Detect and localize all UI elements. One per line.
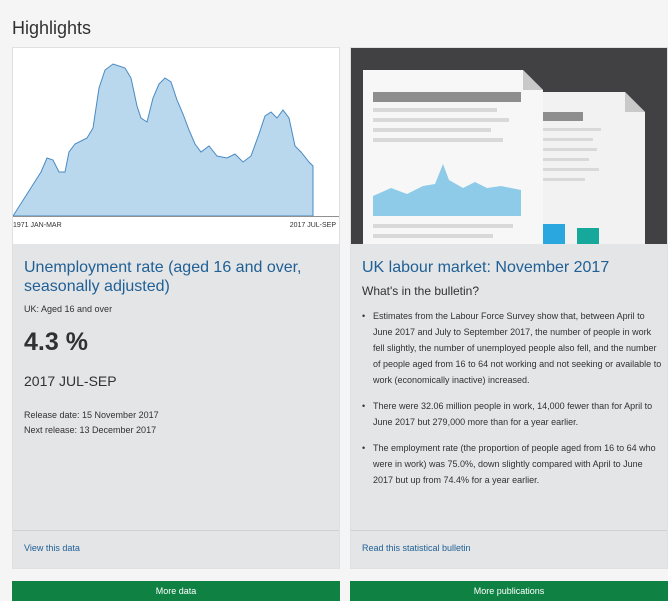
back-document-bar-teal	[577, 228, 599, 244]
publication-card-title[interactable]: UK labour market: November 2017	[362, 258, 662, 277]
front-document-line	[373, 108, 497, 112]
headline-period: 2017 JUL-SEP	[24, 373, 117, 389]
back-document-bar-blue	[543, 224, 565, 244]
back-document-line	[541, 158, 589, 161]
bulletin-bullet: There were 32.06 million people in work,…	[362, 398, 662, 430]
front-document-fold	[523, 70, 543, 90]
front-document-line	[373, 234, 493, 238]
release-info: Release date: 15 November 2017 Next rele…	[24, 408, 159, 438]
highlights-heading: Highlights	[12, 18, 92, 38]
bulletin-bullets: Estimates from the Labour Force Survey s…	[362, 308, 662, 498]
front-document-line	[373, 138, 503, 142]
card-divider	[351, 530, 667, 531]
bulletin-bullet: Estimates from the Labour Force Survey s…	[362, 308, 662, 388]
sparkline-area	[13, 63, 314, 217]
more-publications-button[interactable]: More publications	[350, 581, 668, 601]
back-document-line	[541, 178, 585, 181]
bulletin-illustration[interactable]	[351, 48, 667, 244]
read-bulletin-link[interactable]: Read this statistical bulletin	[362, 543, 471, 553]
data-card-title[interactable]: Unemployment rate (aged 16 and over, sea…	[24, 258, 324, 296]
unemployment-sparkline[interactable]: 1971 JAN-MAR 2017 JUL-SEP	[13, 48, 339, 244]
bulletin-bullet: The employment rate (the proportion of p…	[362, 440, 662, 488]
front-document-line	[373, 128, 491, 132]
more-data-button[interactable]: More data	[12, 581, 340, 601]
headline-value: 4.3 %	[24, 328, 88, 356]
sparkline-chart	[13, 63, 339, 217]
card-divider	[13, 530, 339, 531]
back-document-line	[541, 138, 593, 141]
data-card-subtitle: UK: Aged 16 and over	[24, 304, 113, 314]
front-document-line	[373, 224, 513, 228]
next-release: Next release: 13 December 2017	[24, 425, 157, 435]
release-date: Release date: 15 November 2017	[24, 410, 159, 420]
document-illustration	[363, 70, 645, 244]
publication-highlight-card: UK labour market: November 2017 What's i…	[350, 47, 668, 569]
view-data-link[interactable]: View this data	[24, 543, 80, 553]
axis-end-label: 2017 JUL-SEP	[289, 222, 336, 229]
front-document-heading-bar	[373, 92, 521, 102]
back-document-line	[541, 148, 597, 151]
front-document-line	[373, 118, 509, 122]
data-highlight-card: 1971 JAN-MAR 2017 JUL-SEP Unemployment r…	[12, 47, 340, 569]
back-document-heading-bar	[541, 112, 583, 121]
back-document-line	[541, 168, 599, 171]
back-document-line	[541, 128, 601, 131]
back-document-fold	[625, 92, 645, 112]
bulletin-subheading: What's in the bulletin?	[362, 284, 480, 298]
axis-start-label: 1971 JAN-MAR	[13, 222, 62, 229]
